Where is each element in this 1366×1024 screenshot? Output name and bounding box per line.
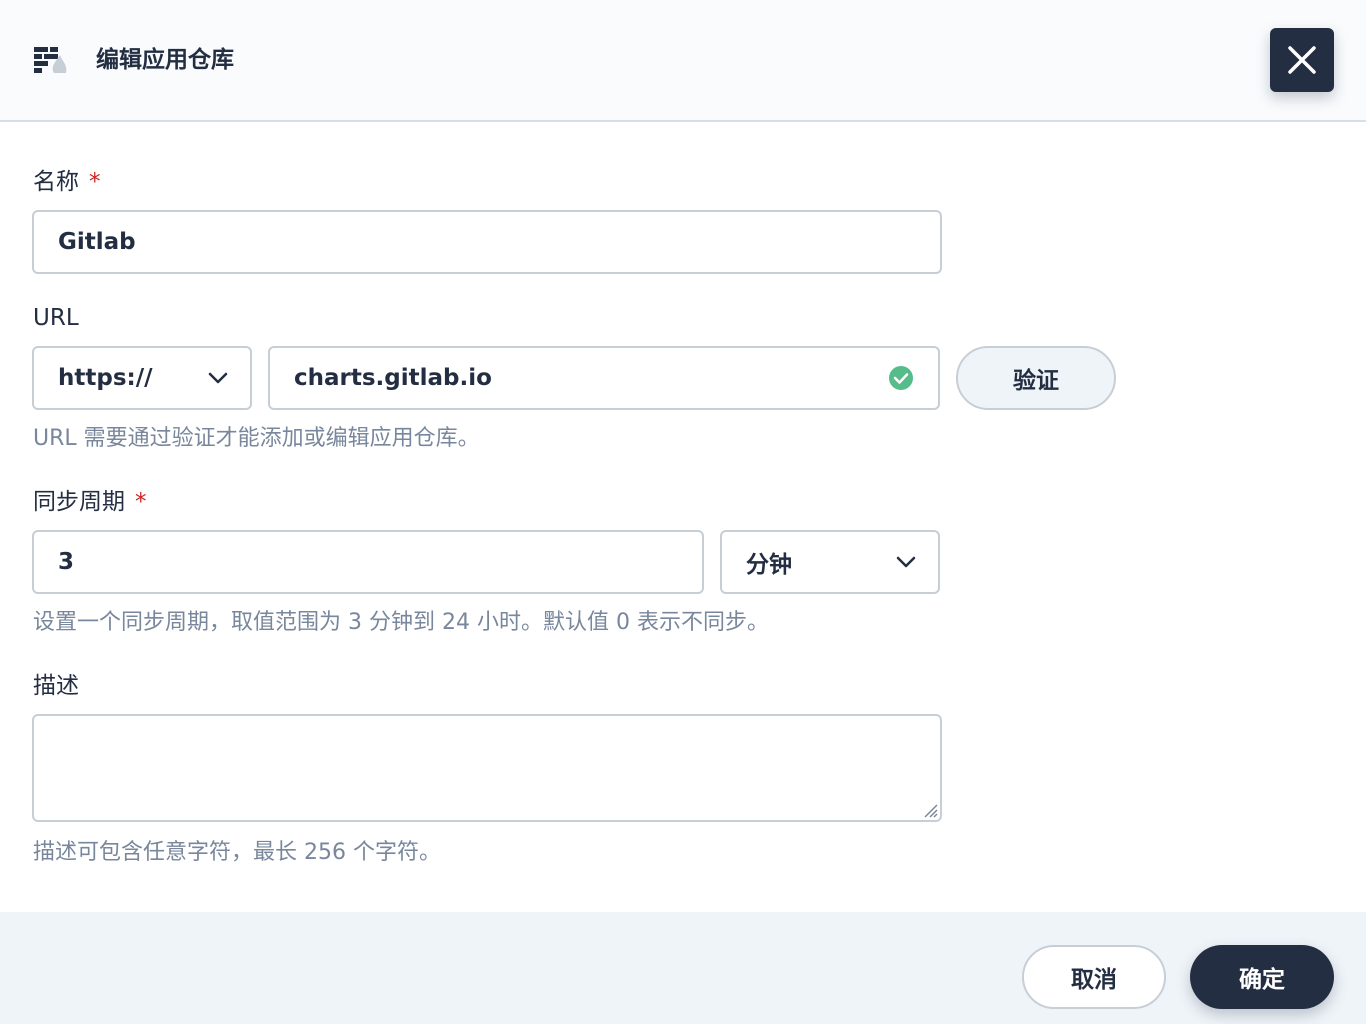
cancel-button[interactable]: 取消 [1022, 945, 1166, 1009]
app-repo-icon [34, 47, 67, 73]
url-input[interactable]: charts.gitlab.io [268, 346, 940, 410]
close-button[interactable] [1270, 28, 1334, 92]
sync-period-label: 同步周期 * [33, 489, 147, 515]
url-hint: URL 需要通过验证才能添加或编辑应用仓库。 [33, 426, 480, 451]
modal-header: 编辑应用仓库 [0, 0, 1366, 122]
chevron-down-icon [896, 556, 916, 568]
description-hint: 描述可包含任意字符，最长 256 个字符。 [33, 840, 441, 865]
sync-unit-select[interactable]: 分钟 [720, 530, 940, 594]
check-circle-icon [889, 366, 913, 390]
url-label: URL [33, 305, 79, 331]
required-mark: * [135, 489, 147, 515]
chevron-down-icon [208, 372, 228, 384]
resize-handle-icon[interactable] [920, 800, 938, 818]
sync-period-hint: 设置一个同步周期，取值范围为 3 分钟到 24 小时。默认值 0 表示不同步。 [33, 610, 769, 635]
name-input[interactable]: Gitlab [32, 210, 942, 274]
ok-button[interactable]: 确定 [1190, 945, 1334, 1009]
description-textarea[interactable] [32, 714, 942, 822]
url-input-value: charts.gitlab.io [294, 365, 492, 391]
protocol-select[interactable]: https:// [32, 346, 252, 410]
sync-period-input[interactable]: 3 [32, 530, 704, 594]
verify-button[interactable]: 验证 [956, 346, 1116, 410]
sync-unit-value: 分钟 [746, 552, 792, 578]
name-input-value: Gitlab [58, 229, 136, 255]
close-icon [1288, 46, 1316, 74]
modal-title: 编辑应用仓库 [96, 47, 234, 73]
sync-period-value: 3 [58, 549, 75, 575]
description-label: 描述 [33, 673, 79, 699]
required-mark: * [89, 169, 101, 195]
name-label: 名称 * [33, 169, 101, 195]
protocol-select-value: https:// [58, 365, 153, 391]
